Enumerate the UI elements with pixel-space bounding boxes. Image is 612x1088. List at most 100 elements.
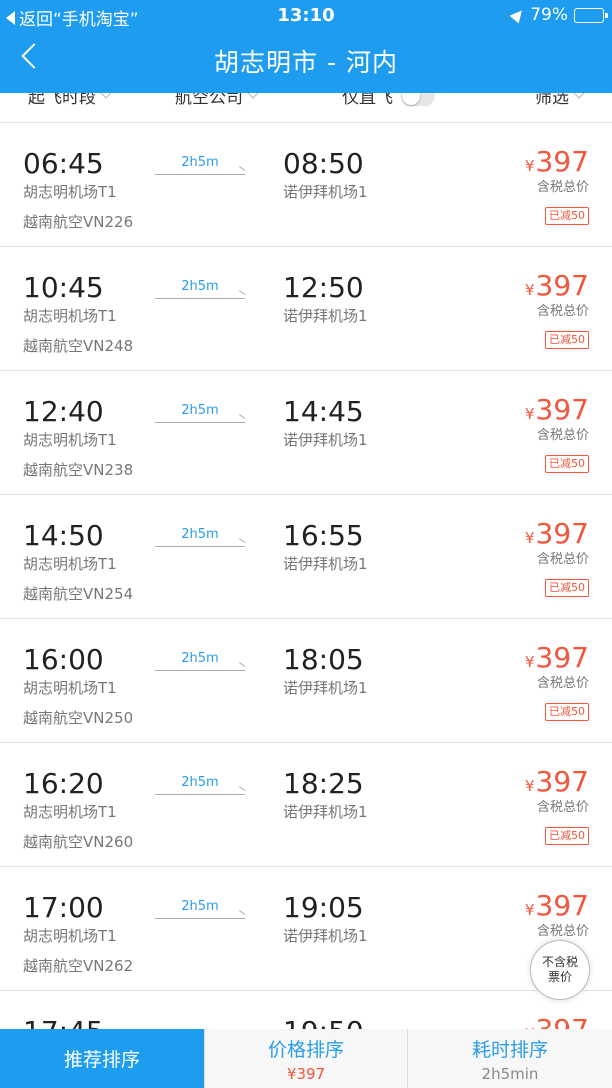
flight-duration: 2h5m bbox=[181, 403, 219, 418]
departure-time: 12:40 bbox=[23, 395, 104, 428]
price-amount: 397 bbox=[535, 641, 589, 674]
no-tax-price-toggle[interactable]: 不含税 票价 bbox=[530, 940, 590, 1000]
airline-flight-number: 越南航空VN260 bbox=[23, 833, 134, 851]
sort-recommended-tab[interactable]: 推荐排序 bbox=[0, 1029, 204, 1088]
battery-percent: 79% bbox=[530, 5, 568, 25]
departure-airport: 胡志明机场T1 bbox=[23, 431, 117, 449]
tax-included-label: 含税总价 bbox=[536, 800, 589, 815]
flight-row[interactable]: 14:50 胡志明机场T1 越南航空VN254 2h5m 16:55 诺伊拜机场… bbox=[0, 495, 612, 619]
price-amount: 397 bbox=[535, 269, 589, 302]
filter-time-slot[interactable]: 起飞时段 bbox=[28, 93, 112, 108]
price-amount: 397 bbox=[535, 517, 589, 550]
currency-symbol: ¥ bbox=[525, 405, 535, 423]
arrival-time: 19:50 bbox=[283, 1015, 364, 1029]
flight-duration: 2h5m bbox=[181, 527, 219, 542]
arrival-time: 12:50 bbox=[283, 271, 364, 304]
departure-time: 14:50 bbox=[23, 519, 104, 552]
battery-icon bbox=[574, 7, 608, 23]
airline-flight-number: 越南航空VN250 bbox=[23, 709, 134, 727]
departure-airport: 胡志明机场T1 bbox=[23, 307, 117, 325]
price: ¥397 bbox=[525, 641, 589, 674]
price-amount: 397 bbox=[535, 393, 589, 426]
arrival-airport: 诺伊拜机场1 bbox=[283, 183, 368, 201]
tax-included-label: 含税总价 bbox=[536, 924, 589, 939]
departure-time: 17:00 bbox=[23, 891, 104, 924]
page-title: 胡志明市 - 河内 bbox=[214, 48, 398, 77]
flight-duration: 2h5m bbox=[181, 899, 219, 914]
airline-flight-number: 越南航空VN238 bbox=[23, 461, 134, 479]
flight-arrow-icon bbox=[155, 298, 245, 299]
price: ¥397 bbox=[525, 145, 589, 178]
departure-time: 06:45 bbox=[23, 147, 104, 180]
filter-screen[interactable]: 筛选 bbox=[535, 93, 585, 108]
price-amount: 397 bbox=[535, 765, 589, 798]
arrival-time: 18:25 bbox=[283, 767, 364, 800]
airline-flight-number: 越南航空VN254 bbox=[23, 585, 134, 603]
departure-time: 17:45 bbox=[23, 1015, 104, 1029]
no-tax-line2: 票价 bbox=[547, 970, 572, 984]
flight-arrow-icon bbox=[155, 422, 245, 423]
sort-price-value: ¥397 bbox=[286, 1064, 326, 1083]
arrival-airport: 诺伊拜机场1 bbox=[283, 927, 368, 945]
flight-row[interactable]: 17:45 19:50 ¥397 bbox=[0, 991, 612, 1029]
departure-airport: 胡志明机场T1 bbox=[23, 803, 117, 821]
departure-time: 10:45 bbox=[23, 271, 104, 304]
departure-time: 16:20 bbox=[23, 767, 104, 800]
status-right: 79% bbox=[509, 5, 608, 25]
tax-included-label: 含税总价 bbox=[536, 552, 589, 567]
arrival-time: 08:50 bbox=[283, 147, 364, 180]
tax-included-label: 含税总价 bbox=[536, 180, 589, 195]
currency-symbol: ¥ bbox=[525, 653, 535, 671]
sort-price-label: 价格排序 bbox=[267, 1038, 344, 1061]
flight-row[interactable]: 16:20 胡志明机场T1 越南航空VN260 2h5m 18:25 诺伊拜机场… bbox=[0, 743, 612, 867]
flight-row[interactable]: 17:00 胡志明机场T1 越南航空VN262 2h5m 19:05 诺伊拜机场… bbox=[0, 867, 612, 991]
chevron-down-icon bbox=[100, 93, 112, 99]
arrival-airport: 诺伊拜机场1 bbox=[283, 307, 368, 325]
price: ¥397 bbox=[525, 1013, 589, 1029]
no-tax-line1: 不含税 bbox=[541, 955, 578, 969]
arrival-time: 16:55 bbox=[283, 519, 364, 552]
currency-symbol: ¥ bbox=[525, 529, 535, 547]
tax-included-label: 含税总价 bbox=[536, 428, 589, 443]
price: ¥397 bbox=[525, 517, 589, 550]
filter-airline[interactable]: 航空公司 bbox=[175, 93, 259, 108]
flight-arrow-icon bbox=[155, 918, 245, 919]
currency-symbol: ¥ bbox=[525, 901, 535, 919]
status-bar: 返回“手机淘宝” 13:10 79% bbox=[0, 0, 612, 33]
arrival-airport: 诺伊拜机场1 bbox=[283, 679, 368, 697]
direct-only-toggle[interactable] bbox=[401, 93, 435, 106]
price: ¥397 bbox=[525, 269, 589, 302]
arrival-time: 18:05 bbox=[283, 643, 364, 676]
flight-row[interactable]: 12:40 胡志明机场T1 越南航空VN238 2h5m 14:45 诺伊拜机场… bbox=[0, 371, 612, 495]
flight-row[interactable]: 16:00 胡志明机场T1 越南航空VN250 2h5m 18:05 诺伊拜机场… bbox=[0, 619, 612, 743]
price: ¥397 bbox=[525, 765, 589, 798]
location-arrow-icon bbox=[509, 6, 527, 24]
arrival-time: 19:05 bbox=[283, 891, 364, 924]
sort-duration-tab[interactable]: 耗时排序 2h5min bbox=[407, 1029, 612, 1088]
discount-badge: 已减50 bbox=[545, 703, 589, 721]
sort-price-tab[interactable]: 价格排序 ¥397 bbox=[204, 1029, 407, 1088]
airline-flight-number: 越南航空VN262 bbox=[23, 957, 134, 975]
currency-symbol: ¥ bbox=[525, 157, 535, 175]
departure-airport: 胡志明机场T1 bbox=[23, 183, 117, 201]
flight-row[interactable]: 10:45 胡志明机场T1 越南航空VN248 2h5m 12:50 诺伊拜机场… bbox=[0, 247, 612, 371]
flight-duration: 2h5m bbox=[181, 279, 219, 294]
departure-airport: 胡志明机场T1 bbox=[23, 927, 117, 945]
flight-list: 06:45 胡志明机场T1 越南航空VN226 2h5m 08:50 诺伊拜机场… bbox=[0, 123, 612, 1029]
flight-duration: 2h5m bbox=[181, 651, 219, 666]
airline-flight-number: 越南航空VN226 bbox=[23, 213, 134, 231]
sort-bar: 推荐排序 价格排序 ¥397 耗时排序 2h5min bbox=[0, 1029, 612, 1088]
flight-arrow-icon bbox=[155, 546, 245, 547]
flight-row[interactable]: 06:45 胡志明机场T1 越南航空VN226 2h5m 08:50 诺伊拜机场… bbox=[0, 123, 612, 247]
discount-badge: 已减50 bbox=[545, 455, 589, 473]
flight-arrow-icon bbox=[155, 794, 245, 795]
flight-duration: 2h5m bbox=[181, 775, 219, 790]
currency-symbol: ¥ bbox=[525, 281, 535, 299]
filter-direct-only[interactable]: 仅直飞 bbox=[342, 93, 435, 108]
price-amount: 397 bbox=[535, 889, 589, 922]
departure-time: 16:00 bbox=[23, 643, 104, 676]
discount-badge: 已减50 bbox=[545, 207, 589, 225]
price-amount: 397 bbox=[535, 145, 589, 178]
airline-flight-number: 越南航空VN248 bbox=[23, 337, 134, 355]
discount-badge: 已减50 bbox=[545, 579, 589, 597]
